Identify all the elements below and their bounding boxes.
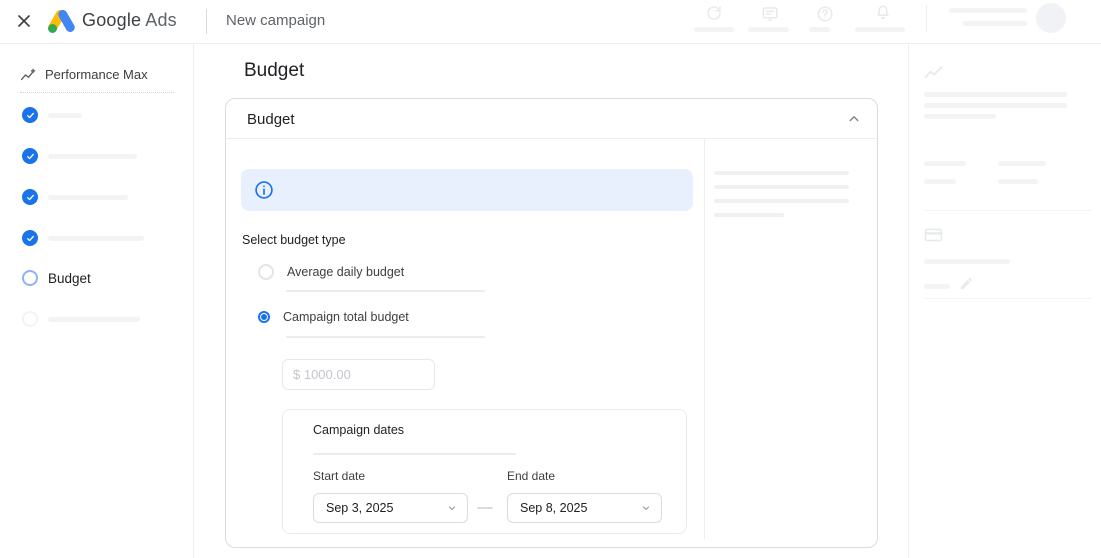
topbar-divider xyxy=(206,9,207,34)
campaign-type: Performance Max xyxy=(20,67,148,82)
brand-ads: Ads xyxy=(145,10,177,30)
start-date-value: Sep 3, 2025 xyxy=(326,501,394,515)
sidebar-step-6[interactable] xyxy=(22,311,140,327)
logo-green-dot xyxy=(48,24,57,33)
skeleton-line xyxy=(924,161,966,166)
field-underline xyxy=(286,336,485,338)
skeleton-line xyxy=(924,92,1067,97)
skeleton-line xyxy=(714,199,849,203)
campaign-type-label: Performance Max xyxy=(45,67,148,82)
trending-icon xyxy=(924,66,943,79)
sidebar-step-4[interactable] xyxy=(22,230,144,246)
radio-selected-icon xyxy=(258,311,270,323)
upcoming-step-icon xyxy=(22,311,38,327)
start-date-label: Start date xyxy=(313,469,366,483)
close-icon xyxy=(18,15,30,27)
skeleton-line xyxy=(924,284,950,289)
skeleton-line xyxy=(714,171,849,175)
info-icon xyxy=(255,181,273,199)
skeleton-line xyxy=(48,153,137,159)
radio-campaign-total-budget[interactable]: Campaign total budget xyxy=(258,310,409,324)
chevron-down-icon xyxy=(642,506,650,511)
feedback-icon[interactable] xyxy=(761,5,779,23)
select-budget-type-label: Select budget type xyxy=(242,233,346,247)
campaign-dates-card: Campaign dates Start date End date Sep 3… xyxy=(282,409,687,534)
skeleton-line xyxy=(714,213,784,217)
skeleton-line xyxy=(48,194,128,200)
skeleton-line xyxy=(48,235,144,241)
end-date-value: Sep 8, 2025 xyxy=(520,501,588,515)
skeleton-line xyxy=(924,103,1067,108)
skeleton-line xyxy=(924,179,956,184)
card-inner-divider xyxy=(704,138,705,539)
page-heading: Budget xyxy=(244,60,305,81)
current-step-radio-icon xyxy=(22,270,38,286)
help-icon[interactable] xyxy=(816,5,834,23)
panel-divider xyxy=(924,210,1092,211)
avatar[interactable] xyxy=(1036,3,1066,33)
field-underline xyxy=(313,453,516,455)
brand-google: Google xyxy=(82,10,142,30)
bell-icon[interactable] xyxy=(874,4,892,22)
budget-card-header: Budget xyxy=(226,99,877,139)
radio-average-daily-budget[interactable]: Average daily budget xyxy=(258,264,404,280)
pencil-icon[interactable] xyxy=(959,276,974,291)
info-banner xyxy=(241,169,693,211)
page-title: New campaign xyxy=(226,12,326,29)
summary-panel xyxy=(908,43,1101,558)
google-ads-logo xyxy=(46,8,77,34)
check-circle-icon xyxy=(22,189,38,205)
close-button[interactable] xyxy=(14,11,34,31)
topbar-divider xyxy=(926,5,927,32)
campaign-steps-sidebar: Performance Max Budget xyxy=(0,43,194,558)
budget-amount-input[interactable] xyxy=(282,359,435,390)
skeleton-line xyxy=(809,27,830,32)
chevron-up-icon xyxy=(849,116,859,122)
credit-card-icon xyxy=(924,228,943,242)
chevron-down-icon xyxy=(448,506,456,511)
skeleton-line xyxy=(48,316,140,322)
skeleton-line xyxy=(949,8,1027,13)
sidebar-dotted-divider xyxy=(20,92,174,93)
check-circle-icon xyxy=(22,148,38,164)
brand-name: Google Ads xyxy=(82,10,177,31)
budget-card: Budget Select budget type Average daily … xyxy=(225,98,878,548)
skeleton-line xyxy=(963,21,1027,26)
check-circle-icon xyxy=(22,107,38,123)
date-range-dash xyxy=(477,507,493,509)
skeleton-line xyxy=(748,27,789,32)
budget-card-title: Budget xyxy=(247,111,295,128)
skeleton-line xyxy=(714,185,849,189)
sidebar-step-1[interactable] xyxy=(22,107,82,123)
skeleton-line xyxy=(998,179,1038,184)
skeleton-line xyxy=(48,112,82,118)
trending-icon xyxy=(20,68,36,80)
refresh-icon[interactable] xyxy=(705,4,723,22)
start-date-select[interactable]: Sep 3, 2025 xyxy=(313,493,468,523)
radio-label: Campaign total budget xyxy=(283,310,409,324)
sidebar-step-2[interactable] xyxy=(22,148,137,164)
panel-divider xyxy=(924,298,1092,299)
google-ads-new-campaign-page: GoogleAds New campaign Performance Max xyxy=(0,0,1101,558)
end-date-select[interactable]: Sep 8, 2025 xyxy=(507,493,662,523)
collapse-button[interactable] xyxy=(845,110,863,128)
radio-unselected-icon xyxy=(258,264,274,280)
topbar: Google Ads New campaign xyxy=(0,0,1101,44)
skeleton-line xyxy=(855,27,905,32)
sidebar-step-label: Budget xyxy=(48,270,91,286)
skeleton-line xyxy=(924,114,996,119)
check-circle-icon xyxy=(22,230,38,246)
field-underline xyxy=(286,290,485,292)
sidebar-step-budget[interactable]: Budget xyxy=(22,270,91,286)
sidebar-step-3[interactable] xyxy=(22,189,128,205)
skeleton-line xyxy=(694,27,734,32)
skeleton-line xyxy=(998,161,1046,166)
radio-label: Average daily budget xyxy=(287,265,405,279)
skeleton-line xyxy=(924,259,1010,264)
end-date-label: End date xyxy=(507,469,556,483)
campaign-dates-title: Campaign dates xyxy=(313,423,405,437)
